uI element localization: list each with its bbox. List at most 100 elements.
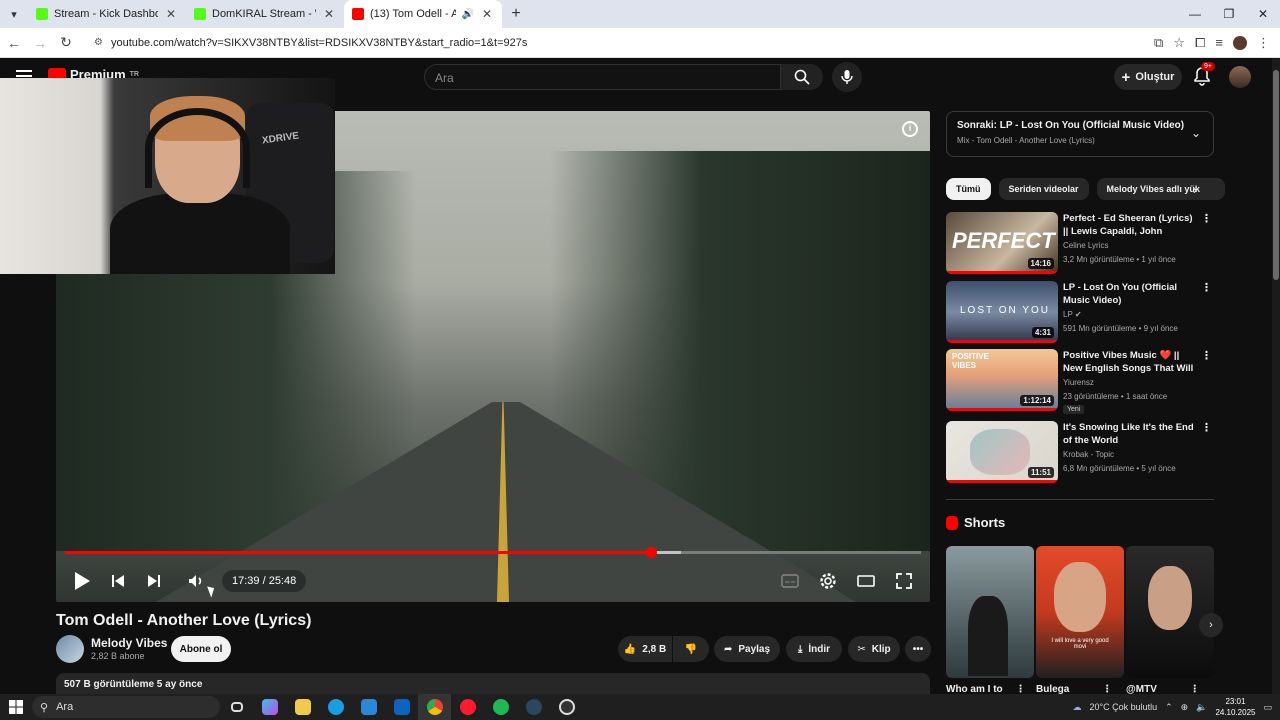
bookmark-star-icon[interactable]: ☆	[1173, 35, 1185, 51]
chip-series[interactable]: Seriden videolar	[998, 178, 1089, 200]
progress-bar[interactable]	[65, 547, 921, 558]
fullscreen-button[interactable]	[888, 565, 920, 597]
short-card[interactable]	[1126, 546, 1214, 678]
chrome-menu-icon[interactable]: ⋮	[1257, 35, 1270, 51]
forward-icon[interactable]: →	[28, 31, 52, 55]
recommendation-item[interactable]: 11:51 It's Snowing Like It's the End of …	[946, 421, 1214, 485]
create-button[interactable]: + Oluştur	[1114, 64, 1182, 90]
dislike-button[interactable]: 👎	[673, 636, 709, 662]
thumbnail[interactable]: PERFECT 14:16	[946, 212, 1058, 274]
chevron-right-icon[interactable]: ›	[1193, 183, 1197, 197]
media-control-icon[interactable]: ≡	[1215, 35, 1223, 50]
more-actions-button[interactable]: •••	[905, 636, 931, 662]
thumbnail[interactable]: 11:51	[946, 421, 1058, 483]
rec-title[interactable]: LP - Lost On You (Official Music Video)	[1063, 281, 1198, 308]
voice-search-button[interactable]	[832, 62, 862, 92]
weather-icon[interactable]: ☁	[1072, 702, 1081, 713]
thumbnail[interactable]: POSITIVE VIBES 1:12:14	[946, 349, 1058, 411]
more-vertical-icon[interactable]: ⋮	[1201, 212, 1212, 225]
channel-name[interactable]: Melody Vibes	[91, 636, 167, 650]
weather-text[interactable]: 20°C Çok bulutlu	[1089, 702, 1157, 712]
subtitles-button[interactable]	[774, 565, 806, 597]
obs-button[interactable]	[550, 694, 583, 720]
search-button[interactable]	[781, 64, 823, 90]
browser-tab-1[interactable]: Stream - Kick Dashboard ✕	[28, 0, 186, 28]
more-vertical-icon[interactable]: ⋮	[1201, 281, 1212, 294]
edge-button[interactable]	[319, 694, 352, 720]
page-scrollbar[interactable]	[1272, 58, 1280, 694]
rec-title[interactable]: It's Snowing Like It's the End of the Wo…	[1063, 421, 1198, 448]
user-avatar[interactable]	[1229, 66, 1251, 88]
chrome-taskbar-button[interactable]	[418, 694, 451, 720]
chevron-down-icon[interactable]: ⌄	[1191, 126, 1201, 140]
search-input[interactable]: Ara	[424, 64, 781, 90]
recommendation-item[interactable]: POSITIVE VIBES 1:12:14 Positive Vibes Mu…	[946, 349, 1214, 419]
description-box[interactable]: 507 B görüntüleme 5 ay önce	[56, 673, 930, 694]
file-explorer-button[interactable]	[286, 694, 319, 720]
thumbnail[interactable]: LOST ON YOU 4:31	[946, 281, 1058, 343]
scrollbar-thumb[interactable]	[1273, 70, 1279, 280]
progress-scrubber[interactable]	[645, 547, 657, 558]
more-vertical-icon[interactable]: ⋮	[1201, 421, 1212, 434]
rec-channel[interactable]: Celine Lyrics	[1063, 241, 1109, 250]
close-tab-icon[interactable]: ✕	[322, 7, 336, 21]
short-card[interactable]	[946, 546, 1034, 678]
store-button[interactable]	[352, 694, 385, 720]
steam-button[interactable]	[517, 694, 550, 720]
outlook-button[interactable]	[385, 694, 418, 720]
info-icon[interactable]: i	[902, 121, 918, 137]
shorts-next-button[interactable]: ›	[1199, 613, 1223, 637]
close-tab-icon[interactable]: ✕	[164, 7, 178, 21]
rec-channel[interactable]: Yiurensz	[1063, 378, 1094, 387]
new-tab-button[interactable]: +	[502, 0, 530, 28]
download-button[interactable]: ⤓ İndir	[786, 636, 842, 662]
opera-button[interactable]	[451, 694, 484, 720]
rec-channel-wrap[interactable]: LP ✔	[1063, 310, 1082, 319]
settings-button[interactable]	[812, 565, 844, 597]
theater-mode-button[interactable]	[850, 565, 882, 597]
short-title-wrap[interactable]: Bulega ⋮	[1036, 684, 1112, 694]
reload-icon[interactable]: ↻	[54, 31, 78, 55]
browser-tab-2[interactable]: DomKIRAL Stream - Watch Live ✕	[186, 0, 344, 28]
browser-tab-3[interactable]: (13) Tom Odell - Another L 🔊 ✕	[344, 0, 502, 28]
like-button[interactable]: 👍 2,8 B	[618, 636, 672, 662]
notification-center-icon[interactable]: ▭	[1263, 702, 1272, 713]
minimize-icon[interactable]: —	[1178, 0, 1212, 28]
share-button[interactable]: ➦ Paylaş	[714, 636, 780, 662]
tray-chevron-icon[interactable]: ⌃	[1165, 702, 1173, 713]
short-card[interactable]: I will love a very good movi	[1036, 546, 1124, 678]
copilot-button[interactable]	[253, 694, 286, 720]
short-title-wrap[interactable]: @MTV ⋮	[1126, 684, 1200, 694]
back-icon[interactable]: ←	[2, 31, 26, 55]
short-title-wrap[interactable]: Who am I to ⋮	[946, 684, 1025, 694]
playlist-panel-header[interactable]: Sonraki: LP - Lost On You (Official Musi…	[946, 111, 1214, 157]
close-window-icon[interactable]: ✕	[1246, 0, 1280, 28]
profile-avatar[interactable]	[1233, 35, 1247, 50]
recommendation-item[interactable]: PERFECT 14:16 Perfect - Ed Sheeran (Lyri…	[946, 212, 1214, 276]
taskbar-search[interactable]: ⚲ Ara	[32, 696, 220, 718]
address-bar[interactable]: ⚙ youtube.com/watch?v=SIKXV38NTBY&list=R…	[90, 30, 1120, 55]
recommendation-item[interactable]: LOST ON YOU 4:31 LP - Lost On You (Offic…	[946, 281, 1214, 345]
channel-avatar[interactable]	[56, 635, 84, 663]
rec-channel[interactable]: Krobak - Topic	[1063, 450, 1114, 459]
chip-channel[interactable]: Melody Vibes adlı yük	[1096, 178, 1225, 200]
previous-button[interactable]	[102, 565, 134, 597]
task-view-button[interactable]	[220, 694, 253, 720]
close-tab-icon[interactable]: ✕	[480, 7, 494, 21]
subscribe-button[interactable]: Abone ol	[171, 636, 231, 662]
network-icon[interactable]: ⊕	[1181, 702, 1189, 713]
site-info-icon[interactable]: ⚙	[94, 37, 103, 48]
audio-playing-icon[interactable]: 🔊	[462, 9, 474, 20]
restore-icon[interactable]: ❐	[1212, 0, 1246, 28]
clock[interactable]: 23:01 24.10.2025	[1215, 696, 1255, 718]
rec-title[interactable]: Positive Vibes Music ❤️ || New English S…	[1063, 349, 1198, 376]
speaker-icon[interactable]: 🔈	[1196, 702, 1207, 713]
start-button[interactable]	[0, 694, 32, 720]
rec-title[interactable]: Perfect - Ed Sheeran (Lyrics) || Lewis C…	[1063, 212, 1198, 239]
clip-button[interactable]: ✂ Klip	[848, 636, 900, 662]
play-button[interactable]	[66, 565, 98, 597]
next-button[interactable]	[138, 565, 170, 597]
chip-all[interactable]: Tümü	[946, 178, 991, 200]
extensions-icon[interactable]: ⧠	[1195, 35, 1205, 51]
spotify-button[interactable]	[484, 694, 517, 720]
